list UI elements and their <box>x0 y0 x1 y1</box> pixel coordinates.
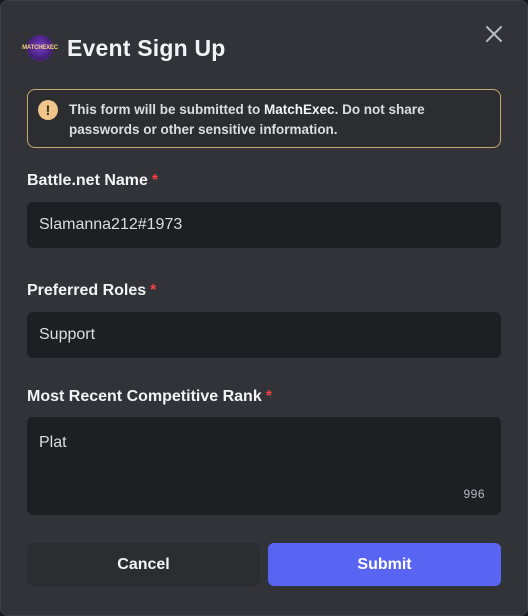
warning-notice: ! This form will be submitted to MatchEx… <box>27 89 501 148</box>
required-marker: * <box>151 172 159 189</box>
close-button[interactable] <box>481 21 507 47</box>
notice-app-name: MatchExec <box>264 102 335 117</box>
event-signup-modal: MATCHEXEC Event Sign Up ! This form will… <box>0 0 528 616</box>
required-marker: * <box>150 282 157 299</box>
notice-text: This form will be submitted to MatchExec… <box>69 102 425 137</box>
preferred-roles-input[interactable]: Support <box>27 312 501 358</box>
close-icon <box>486 26 502 42</box>
battlenet-name-label: Battle.net Name * <box>27 172 159 189</box>
preferred-roles-label: Preferred Roles * <box>27 282 157 299</box>
modal-header: MATCHEXEC Event Sign Up <box>22 33 226 63</box>
submit-button[interactable]: Submit <box>268 543 501 586</box>
competitive-rank-label: Most Recent Competitive Rank * <box>27 388 272 405</box>
required-marker: * <box>265 388 272 405</box>
character-counter: 996 <box>463 487 485 501</box>
exclamation-icon: ! <box>38 100 58 120</box>
cancel-button[interactable]: Cancel <box>27 543 260 586</box>
battlenet-name-input[interactable]: Slamanna212#1973 <box>27 202 501 248</box>
matchexec-logo-icon: MATCHEXEC <box>22 35 58 61</box>
modal-title: Event Sign Up <box>67 34 226 61</box>
competitive-rank-textarea[interactable]: Plat 996 <box>27 417 501 515</box>
